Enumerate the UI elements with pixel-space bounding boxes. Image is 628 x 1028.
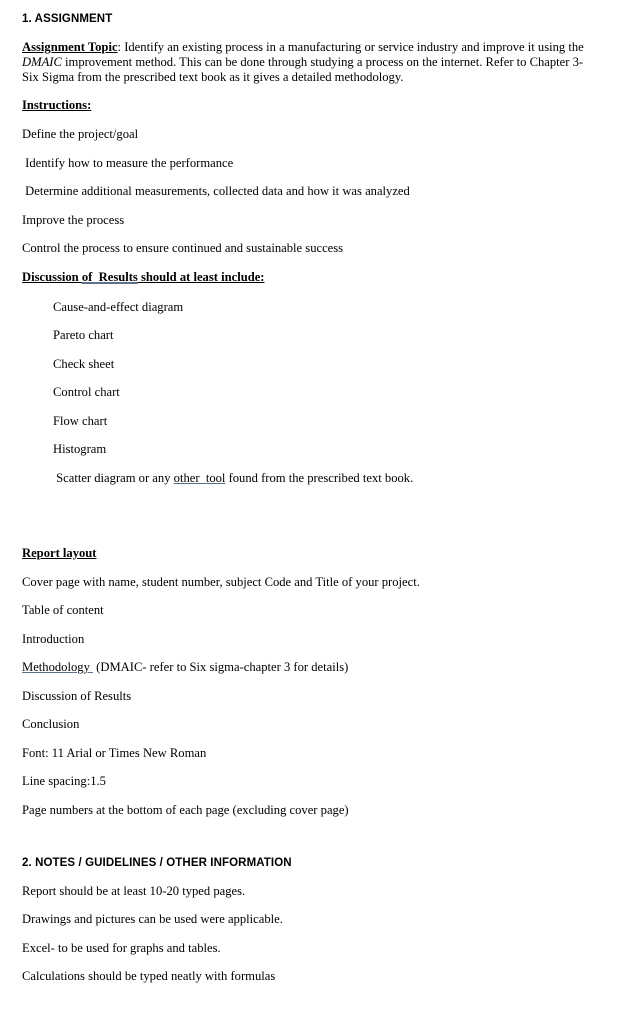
report-layout-list: Cover page with name, student number, su… <box>22 575 584 818</box>
methodology-detail-text: (DMAIC- refer to Six sigma-chapter 3 for… <box>93 660 349 675</box>
assignment-topic-label: Assignment Topic <box>22 40 118 54</box>
report-layout-heading-label: Report layout <box>22 545 97 560</box>
document-body: 1. ASSIGNMENT Assignment Topic: Identify… <box>22 12 584 984</box>
scatter-text-prefix: Scatter diagram or any <box>53 470 174 485</box>
instruction-item: Define the project/goal <box>22 127 139 142</box>
assignment-topic-text-part1: Identify an existing process in a manufa… <box>124 40 584 54</box>
report-layout-item: Discussion of Results <box>22 688 132 703</box>
tool-list-item: Cause-and-effect diagram <box>53 299 184 314</box>
notes-item: Drawings and pictures can be used were a… <box>22 912 283 927</box>
discussion-heading-grammar-run: of Results <box>81 269 138 284</box>
tool-list-item: Check sheet <box>53 356 115 371</box>
discussion-heading-part3: should at least include: <box>137 269 265 284</box>
notes-item: Calculations should be typed neatly with… <box>22 969 276 984</box>
assignment-topic-emphasis-dmaic: DMAIC <box>22 55 62 70</box>
report-layout-item: Conclusion <box>22 717 80 732</box>
report-layout-item: Cover page with name, student number, su… <box>22 574 420 589</box>
section-heading-assignment: 1. ASSIGNMENT <box>22 13 113 25</box>
tool-list-item-scatter: Scatter diagram or any other tool found … <box>22 471 584 486</box>
spacer-before-notes-section <box>22 818 584 856</box>
discussion-tools-list: Cause-and-effect diagram Pareto chart Ch… <box>22 300 584 486</box>
report-layout-item: Line spacing:1.5 <box>22 774 106 789</box>
instructions-heading: Instructions: <box>22 98 584 113</box>
report-layout-item: Table of content <box>22 603 104 618</box>
tool-list-item: Flow chart <box>53 413 108 428</box>
instruction-item: Control the process to ensure continued … <box>22 241 344 256</box>
notes-list: Report should be at least 10-20 typed pa… <box>22 884 584 985</box>
tool-list-item: Control chart <box>53 385 120 400</box>
report-layout-heading: Report layout <box>22 546 584 561</box>
methodology-link[interactable]: Methodology <box>22 660 93 674</box>
assignment-topic-text-part2: improvement method. This can be done thr… <box>22 55 584 85</box>
instruction-item: Identify how to measure the performance <box>22 155 234 170</box>
report-layout-item: Font: 11 Arial or Times New Roman <box>22 745 207 760</box>
report-layout-item: Introduction <box>22 631 85 646</box>
discussion-results-heading: Discussion of Results should at least in… <box>22 270 584 285</box>
report-layout-item-methodology: Methodology (DMAIC- refer to Six sigma-c… <box>22 660 584 675</box>
spacer-before-report-layout <box>22 486 584 546</box>
notes-item: Excel- to be used for graphs and tables. <box>22 940 221 955</box>
tool-list-item: Pareto chart <box>53 328 114 343</box>
tool-list-item: Histogram <box>53 442 107 457</box>
other-tool-link[interactable]: other tool <box>174 471 226 485</box>
scatter-text-suffix: found from the prescribed text book. <box>225 470 414 485</box>
discussion-heading-part1: Discussion <box>22 269 82 284</box>
document-page: 1. ASSIGNMENT Assignment Topic: Identify… <box>0 0 628 1028</box>
instruction-item: Determine additional measurements, colle… <box>22 184 410 199</box>
instruction-item: Improve the process <box>22 212 125 227</box>
instructions-list: Define the project/goal Identify how to … <box>22 127 584 256</box>
notes-item: Report should be at least 10-20 typed pa… <box>22 883 246 898</box>
report-layout-item: Page numbers at the bottom of each page … <box>22 802 349 817</box>
assignment-topic-paragraph: Assignment Topic: Identify an existing p… <box>22 40 584 85</box>
section-heading-notes: 2. NOTES / GUIDELINES / OTHER INFORMATIO… <box>22 856 292 869</box>
instructions-heading-label: Instructions: <box>22 98 92 113</box>
